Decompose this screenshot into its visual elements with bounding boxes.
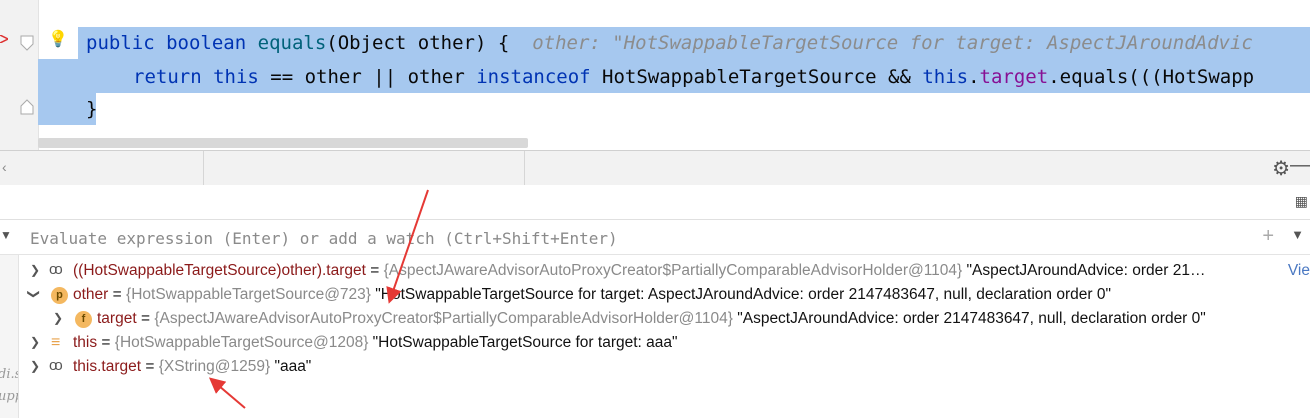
code-editor[interactable]: 💡 public boolean equals(Object other) { … [0, 0, 1310, 150]
debug-toolbar: ‹ ⚙ — [0, 150, 1310, 186]
collapse-arrow-icon[interactable]: ❯ [27, 289, 41, 299]
fold-icon[interactable] [19, 34, 35, 52]
toolbar-segment-1 [18, 151, 204, 185]
variable-name: target [97, 310, 137, 327]
history-dropdown-icon[interactable]: ▼ [1291, 227, 1304, 242]
code-line-2: return this == other || other instanceof… [133, 65, 1254, 89]
lightbulb-icon[interactable]: 💡 [48, 29, 68, 49]
parameter-icon: p [51, 287, 68, 304]
variable-text: other = {HotSwappableTargetSource@723} "… [73, 286, 1111, 304]
evaluate-expression-input[interactable] [28, 226, 1232, 250]
variable-row[interactable]: ❯ p other = {HotSwappableTargetSource@72… [0, 284, 1310, 308]
kw-this-2: this [922, 66, 969, 88]
code-line-1: public boolean equals(Object other) { ot… [86, 31, 1253, 55]
kw-instanceof: instanceof [476, 66, 591, 88]
variable-name: other [73, 286, 109, 303]
variable-eq: = [141, 358, 159, 375]
expand-arrow-icon[interactable]: ❯ [53, 311, 63, 325]
kw-boolean: boolean [166, 32, 247, 54]
variable-row[interactable]: ❯ f target = {AspectJAwareAdvisorAutoPro… [0, 308, 1310, 332]
watch-icon: oo [49, 357, 63, 374]
view-link[interactable]: Vie [1288, 262, 1310, 280]
variable-text: ((HotSwappableTargetSource)other).target… [73, 262, 1206, 280]
variable-type: {AspectJAwareAdvisorAutoProxyCreator$Par… [383, 262, 963, 279]
variable-name: ((HotSwappableTargetSource)other).target [73, 262, 366, 279]
kw-return: return [133, 66, 202, 88]
field-target: target [979, 66, 1049, 88]
code-tail: .equals(((HotSwapp [1048, 66, 1255, 88]
inline-value-hint: other: "HotSwappableTargetSource for tar… [532, 32, 1253, 54]
variable-text: this = {HotSwappableTargetSource@1208} "… [73, 334, 678, 352]
static-icon: ≡ [51, 334, 61, 351]
code-line-3: } [86, 98, 98, 120]
fold-end-icon[interactable] [19, 98, 35, 116]
variable-text: this.target = {XString@1259} "aaa" [73, 358, 311, 376]
minimize-icon[interactable]: — [1290, 154, 1310, 177]
variable-eq: = [136, 310, 155, 327]
variable-name: this.target [73, 358, 142, 375]
method-params: (Object other) { [326, 32, 510, 54]
variables-header: ▦ [0, 185, 1310, 220]
variable-value: "aaa" [270, 358, 312, 375]
variable-eq: = [365, 262, 384, 279]
variable-value: "HotSwappableTargetSource for target: aa… [368, 334, 678, 351]
editor-gutter[interactable] [0, 0, 39, 150]
add-watch-icon[interactable]: + [1262, 225, 1274, 248]
variable-value: "AspectJAroundAdvice: order 2147483647, … [732, 310, 1206, 327]
variable-name: this [73, 334, 98, 351]
variable-row[interactable]: ❯ oo ((HotSwappableTargetSource)other).t… [0, 260, 1310, 284]
variable-row[interactable]: ❯ oo this.target = {XString@1259} "aaa" [0, 356, 1310, 380]
variable-eq: = [108, 286, 127, 303]
variable-type: {HotSwappableTargetSource@723} [126, 286, 371, 303]
evaluate-bar: ▼ + ▼ [0, 220, 1310, 255]
settings-gear-icon[interactable]: ⚙ [1272, 156, 1290, 181]
toolbar-segment-2 [204, 151, 525, 185]
variable-type: {HotSwappableTargetSource@1208} [114, 334, 369, 351]
variable-type: {XString@1259} [158, 358, 271, 375]
variable-row[interactable]: ❯ ≡ this = {HotSwappableTargetSource@120… [0, 332, 1310, 356]
kw-public: public [86, 32, 155, 54]
kw-this-1: this [213, 66, 259, 88]
breakpoint-marker-icon[interactable] [0, 35, 8, 43]
variable-value: "HotSwappableTargetSource for target: As… [370, 286, 1111, 303]
field-icon: f [75, 311, 92, 328]
collapse-left-icon[interactable]: ‹ [2, 159, 7, 175]
variables-tree: di.s upp ❯ oo ((HotSwappableTargetSource… [0, 255, 1310, 418]
layout-icon[interactable]: ▦ [1295, 193, 1308, 210]
expand-arrow-icon[interactable]: ❯ [30, 359, 40, 373]
expand-arrow-icon[interactable]: ❯ [30, 335, 40, 349]
code-mid-2: HotSwappableTargetSource && [590, 66, 923, 88]
variable-eq: = [97, 334, 115, 351]
method-name: equals [257, 32, 327, 54]
variable-value: "AspectJAroundAdvice: order 21… [962, 262, 1206, 279]
watch-icon: oo [49, 261, 63, 278]
variable-text: target = {AspectJAwareAdvisorAutoProxyCr… [97, 310, 1206, 328]
variable-type: {AspectJAwareAdvisorAutoProxyCreator$Par… [154, 310, 733, 327]
frames-dropdown-icon[interactable]: ▼ [0, 228, 12, 242]
side-text-2: upp [0, 389, 18, 404]
horizontal-scrollbar[interactable] [38, 138, 528, 148]
code-mid-1: == other || other [258, 66, 477, 88]
code-dot: . [968, 66, 980, 88]
expand-arrow-icon[interactable]: ❯ [30, 263, 40, 277]
